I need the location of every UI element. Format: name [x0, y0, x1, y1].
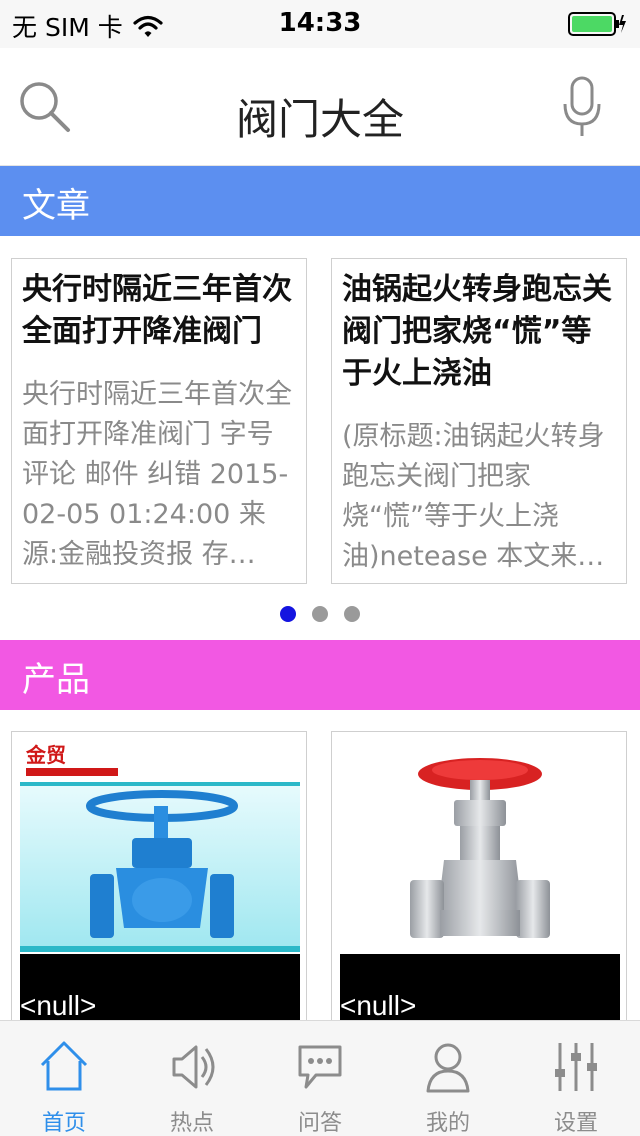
stainless-gate-valve-image: [340, 740, 620, 954]
product-image: 金贸: [20, 740, 300, 954]
page-dot-1[interactable]: [280, 606, 296, 622]
product-caption-text: <null>: [20, 990, 97, 1021]
product-caption-text: <null>: [340, 990, 417, 1021]
article-title: 油锅起火转身跑忘关阀门把家烧“慌”等于火上浇油: [342, 272, 612, 391]
voice-search-button[interactable]: [562, 76, 602, 138]
products-section-label: 产品: [22, 660, 90, 700]
products-section-header: 产品: [0, 640, 640, 710]
tab-hot[interactable]: 热点: [128, 1021, 256, 1136]
microphone-icon: [563, 76, 601, 136]
blue-gate-valve-image: 金贸: [20, 740, 300, 954]
tab-label: 首页: [41, 1111, 86, 1136]
tab-label: 设置: [553, 1111, 598, 1136]
bottom-tab-bar: 首页 热点 问答 我的 设置: [0, 1020, 640, 1136]
user-icon: [426, 1043, 470, 1093]
tab-label: 热点: [169, 1111, 214, 1136]
page-dot-3[interactable]: [344, 606, 360, 622]
tab-home[interactable]: 首页: [0, 1021, 128, 1136]
status-bar: 无 SIM 卡 14:33: [0, 0, 640, 48]
tab-me[interactable]: 我的: [384, 1021, 512, 1136]
articles-section-header: 文章: [0, 166, 640, 236]
article-title: 央行时隔近三年首次全面打开降准阀门: [22, 272, 292, 349]
chat-bubble-icon: [298, 1045, 342, 1089]
product-card[interactable]: <null>: [331, 731, 627, 1031]
page-dot-2[interactable]: [312, 606, 328, 622]
article-pager: [0, 606, 640, 624]
brand-logo-text: 金贸: [25, 743, 66, 767]
speaker-icon: [172, 1045, 215, 1089]
battery-icon: [568, 12, 626, 36]
tab-label: 我的: [425, 1111, 470, 1136]
sliders-icon: [555, 1043, 597, 1091]
tab-settings[interactable]: 设置: [512, 1021, 640, 1136]
product-card[interactable]: 金贸 <null>: [11, 731, 307, 1031]
article-card[interactable]: 央行时隔近三年首次全面打开降准阀门 央行时隔近三年首次全面打开降准阀门 字号 评…: [11, 258, 307, 584]
article-excerpt: 央行时隔近三年首次全面打开降准阀门 字号 评论 邮件 纠错 2015-02-05…: [22, 379, 292, 570]
article-excerpt: (原标题:油锅起火转身跑忘关阀门把家烧“慌”等于火上浇油)netease 本文来…: [342, 421, 605, 572]
status-time: 14:33: [278, 8, 362, 38]
search-header: 阀门大全: [0, 48, 640, 166]
article-card[interactable]: 油锅起火转身跑忘关阀门把家烧“慌”等于火上浇油 (原标题:油锅起火转身跑忘关阀门…: [331, 258, 627, 584]
tab-qa[interactable]: 问答: [256, 1021, 384, 1136]
tab-label: 问答: [297, 1111, 342, 1136]
page-title: 阀门大全: [235, 95, 404, 144]
product-image: [340, 740, 620, 954]
articles-section-label: 文章: [22, 186, 90, 226]
home-icon: [40, 1041, 88, 1091]
